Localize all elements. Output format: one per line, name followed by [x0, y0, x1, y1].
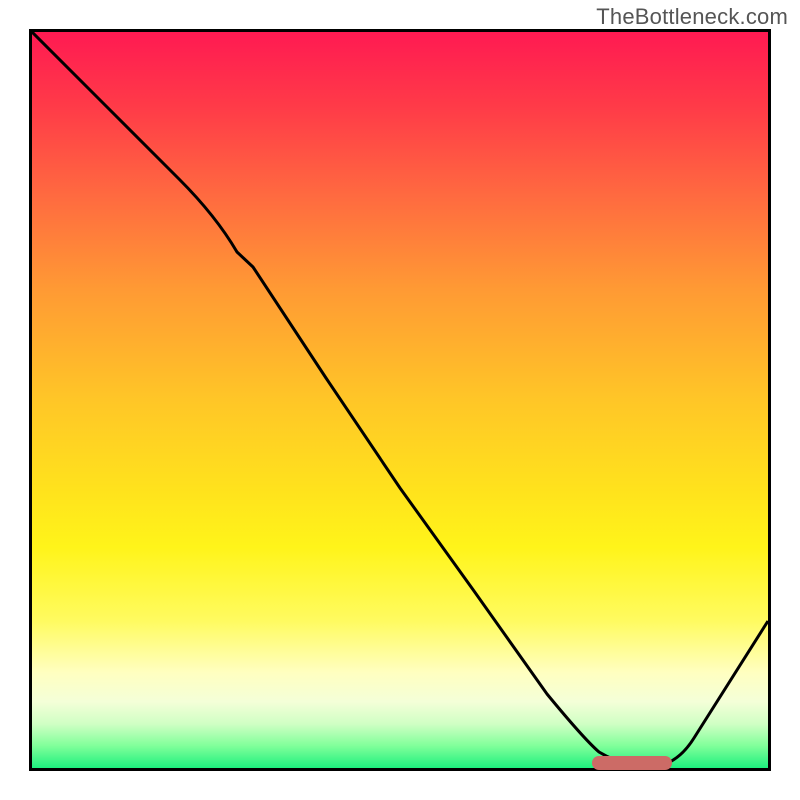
bottleneck-curve [32, 32, 768, 768]
chart-frame [29, 29, 771, 771]
chart-container: TheBottleneck.com [0, 0, 800, 800]
curve-path [32, 32, 768, 766]
watermark-text: TheBottleneck.com [596, 4, 788, 30]
optimal-range-marker [592, 756, 672, 770]
